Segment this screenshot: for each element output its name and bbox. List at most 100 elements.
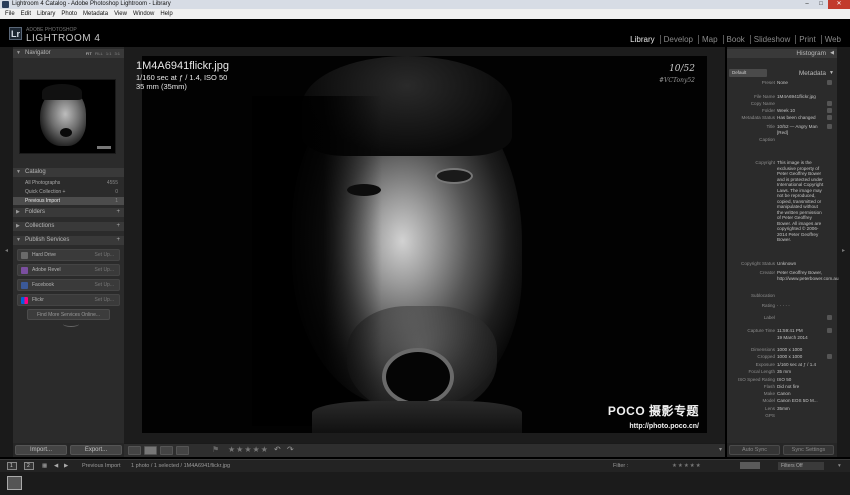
metadata-value[interactable]: Week 10 [777,108,825,114]
module-slideshow[interactable]: Slideshow [749,35,793,44]
metadata-value[interactable]: ISO 50 [777,377,825,383]
left-panel-collapser[interactable]: ◂ [0,47,13,457]
metadata-value[interactable]: Did not fire [777,384,825,390]
metadata-value[interactable]: 1000 x 1000 [777,347,825,353]
rotate-left-icon[interactable]: ↶ [274,445,281,454]
metadata-value[interactable]: Canon EOS 5D M... [777,398,825,404]
navigator-header[interactable]: ▼ Navigator FIT FILL 1:1 3:1 [13,49,124,58]
auto-sync-button[interactable]: Auto Sync [729,445,780,455]
service-facebook[interactable]: Facebook Set Up... [17,279,120,291]
filmstrip-thumbnail[interactable] [7,476,22,490]
find-more-services-button[interactable]: Find More Services Online... [27,309,110,320]
forward-arrow-icon[interactable]: ▶ [64,460,68,472]
menu-help[interactable]: Help [157,9,175,19]
rotate-right-icon[interactable]: ↷ [287,445,294,454]
metadata-header[interactable]: Metadata ▼ [727,69,837,78]
navigator-preview[interactable] [19,79,116,154]
service-adobe-revel[interactable]: Adobe Revel Set Up... [17,264,120,276]
add-collection-icon[interactable]: + [116,222,120,231]
import-button[interactable]: Import... [15,445,67,455]
collections-header[interactable]: ▶ Collections + [13,222,124,231]
second-window-icon[interactable]: 1 [7,462,17,470]
flag-icon[interactable]: ⚑ [212,445,219,454]
filmstrip-collapse-icon[interactable]: ▾ [838,460,841,472]
filmstrip-source[interactable]: Previous Import [82,460,121,472]
metadata-value[interactable]: 35mm [777,406,825,412]
menu-file[interactable]: File [2,9,18,19]
metadata-action-icon[interactable] [827,124,832,129]
service-setup[interactable]: Set Up... [95,295,114,306]
catalog-row-selected[interactable]: Previous Import 1 [13,197,124,205]
service-setup[interactable]: Set Up... [95,265,114,276]
filter-stars-icon[interactable]: ★★★★★ [672,460,702,472]
add-service-icon[interactable]: + [116,236,120,245]
export-button[interactable]: Export... [70,445,122,455]
sync-settings-button[interactable]: Sync Settings [783,445,834,455]
metadata-value[interactable]: Unknown [777,261,825,267]
metadata-value[interactable]: · · · · · [777,303,825,309]
histogram-header[interactable]: Histogram ◀ [727,49,837,58]
menu-edit[interactable]: Edit [18,9,34,19]
publish-services-header[interactable]: ▼ Publish Services + [13,236,124,245]
metadata-value[interactable]: 1/160 sec at ƒ / 1.4 [777,362,825,368]
metadata-value[interactable]: 35 mm [777,369,825,375]
zoom-1to1[interactable]: 1:1 [106,49,112,58]
menu-metadata[interactable]: Metadata [80,9,111,19]
metadata-action-icon[interactable] [827,108,832,113]
metadata-value[interactable]: This image is the exclusive property of … [777,160,825,243]
metadata-value[interactable]: 19 March 2014 [777,335,825,341]
metadata-value[interactable]: 11:59:41 PM [777,328,825,334]
service-setup[interactable]: Set Up... [95,280,114,291]
metadata-value[interactable]: 1000 x 1000 [777,354,825,360]
metadata-action-icon[interactable] [827,315,832,320]
back-arrow-icon[interactable]: ◀ [54,460,58,472]
service-hard-drive[interactable]: Hard Drive Set Up... [17,249,120,261]
right-panel-collapser[interactable]: ▸ [837,47,850,457]
menu-view[interactable]: View [111,9,130,19]
main-photo[interactable]: 10/52 #VCTony52 POCO 摄影专题 http://photo.p… [142,56,707,433]
metadata-value[interactable]: Peter Geoffrey Bower, http://www.peterbo… [777,270,839,281]
metadata-action-icon[interactable] [827,101,832,106]
metadata-value[interactable]: None [777,80,825,86]
metadata-value[interactable]: 1M4A6941flickr.jpg [777,94,825,100]
metadata-action-icon[interactable] [827,80,832,85]
module-develop[interactable]: Develop [659,35,696,44]
loupe-view-icon[interactable] [144,446,157,455]
filters-off-select[interactable]: Filters Off [778,462,824,470]
metadata-value[interactable]: Canon [777,391,825,397]
metadata-action-icon[interactable] [827,328,832,333]
menu-photo[interactable]: Photo [58,9,80,19]
second-monitor-icon[interactable]: 2 [24,462,34,470]
module-map[interactable]: Map [697,35,721,44]
grid-icon[interactable]: ▦ [42,460,47,472]
module-library[interactable]: Library [627,35,657,44]
catalog-row[interactable]: All Photographs 4555 [13,179,124,187]
menu-window[interactable]: Window [130,9,157,19]
metadata-value[interactable]: Has been changed [777,115,825,121]
minimize-button[interactable]: – [800,0,814,9]
survey-view-icon[interactable] [176,446,189,455]
module-web[interactable]: Web [820,35,844,44]
zoom-3to1[interactable]: 3:1 [114,49,120,58]
maximize-button[interactable]: □ [814,0,828,9]
catalog-header[interactable]: ▼ Catalog [13,168,124,177]
metadata-action-icon[interactable] [827,354,832,359]
folders-header[interactable]: ▶ Folders + [13,208,124,217]
zoom-fit[interactable]: FIT [86,49,92,58]
catalog-row[interactable]: Quick Collection + 0 [13,188,124,196]
star-rating[interactable]: ★★★★★ [228,445,269,454]
add-folder-icon[interactable]: + [116,208,120,217]
service-setup[interactable]: Set Up... [95,250,114,261]
close-button[interactable]: ✕ [828,0,850,9]
module-book[interactable]: Book [722,35,748,44]
toolbar-menu-icon[interactable]: ▾ [719,446,722,453]
service-flickr[interactable]: Flickr Set Up... [17,294,120,306]
metadata-action-icon[interactable] [827,115,832,120]
metadata-value[interactable]: 10/52 — Angry Man [Red] [777,124,825,135]
menu-library[interactable]: Library [34,9,58,19]
module-print[interactable]: Print [795,35,818,44]
filter-color-labels[interactable] [740,462,760,469]
compare-view-icon[interactable] [160,446,173,455]
grid-view-icon[interactable] [128,446,141,455]
zoom-fill[interactable]: FILL [95,49,103,58]
